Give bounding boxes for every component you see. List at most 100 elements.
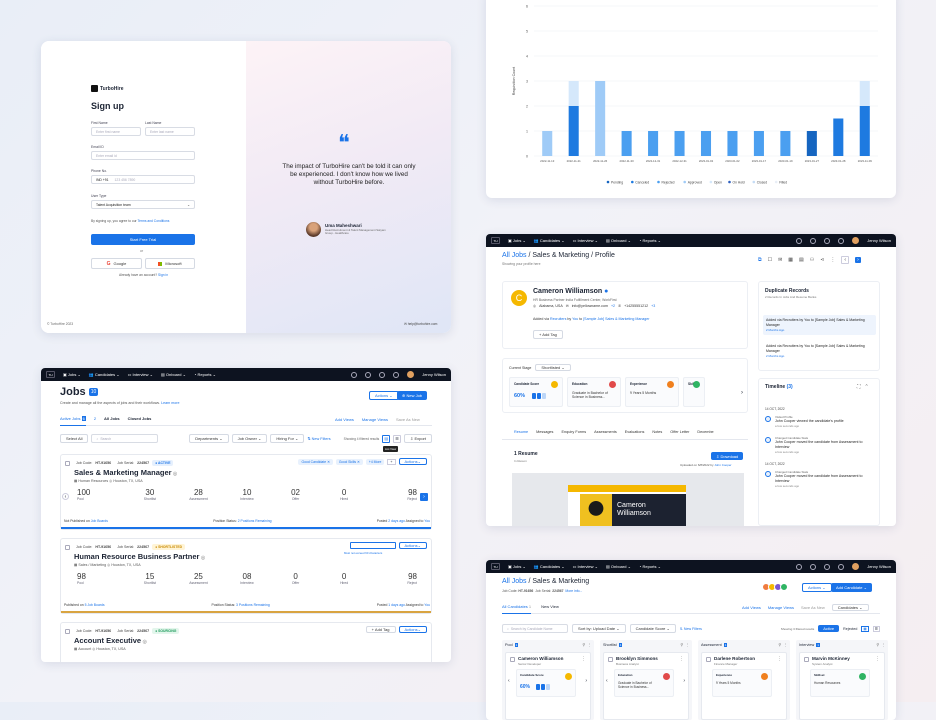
cards-next-icon[interactable]: › [741, 390, 743, 396]
candidate-name[interactable]: Cameron Williamson [518, 656, 563, 661]
logo-icon[interactable]: TH [491, 237, 500, 244]
manage-views-link[interactable]: Manage Views [362, 417, 388, 422]
profile-tab[interactable]: Resume [514, 430, 528, 439]
more-icon[interactable]: ⋮ [581, 656, 586, 662]
crumb-all-jobs[interactable]: All Jobs [502, 578, 527, 585]
first-name-input[interactable]: Enter first name [91, 127, 141, 136]
job-title[interactable]: Human Resource Business Partner ◎ [74, 552, 205, 561]
stage-card[interactable]: Skills [683, 377, 705, 407]
country-code-select[interactable]: IND +91 [96, 178, 109, 182]
download-button[interactable]: ⇩ Download [711, 452, 744, 460]
stat-interview[interactable]: 10 Interview [223, 488, 272, 501]
last-name-input[interactable]: Enter last name [145, 127, 195, 136]
stat-pool[interactable]: 100 Pool [77, 488, 126, 501]
export-button[interactable]: ⇩ Export [403, 434, 432, 443]
user-name[interactable]: Jenny Wilson [867, 564, 891, 569]
gear-icon[interactable] [824, 563, 831, 570]
job-card[interactable]: Job Code: HT-91656 Job Serial: 224567 ● SHOR… [60, 538, 432, 614]
nav-interview[interactable]: ▭ Interview ⌄ [573, 564, 598, 569]
candidate-name[interactable]: Darlene Robertson [714, 656, 755, 661]
user-name[interactable]: Jenny Wilson [422, 372, 446, 377]
new-filters-button[interactable]: ⇅ New Filters [307, 436, 330, 441]
job-actions-button[interactable]: Actions ⌄ [398, 542, 427, 549]
nav-onboard[interactable]: ▤ Onboard ⌄ [606, 238, 631, 243]
positions-link[interactable]: 3 Positions Remaining [236, 603, 270, 607]
stat-shortlist[interactable]: 30 Shortlist [126, 488, 175, 501]
assignee-link[interactable]: You [424, 603, 430, 607]
sign-in-link[interactable]: Sign in [158, 273, 168, 277]
more-icon[interactable]: ⋮ [783, 642, 787, 647]
tab-active-jobs[interactable]: Active Jobs 6 [60, 416, 86, 426]
new-filters-button[interactable]: ⇅ New Filters [680, 627, 702, 631]
filter-departments[interactable]: Departments ⌄ [189, 434, 229, 443]
google-button[interactable]: G Google [91, 258, 142, 269]
actions-button[interactable]: Actions ⌄ [369, 391, 399, 400]
expand-icon[interactable]: ⛶ [857, 384, 861, 390]
filter-icon[interactable]: ⚲ [680, 642, 683, 647]
nav-reports[interactable]: ◔ Reports ⌄ [194, 372, 216, 377]
save-as-new-link[interactable]: Save As New [801, 605, 825, 610]
score-filter[interactable]: Candidate Score ⌄ [629, 624, 676, 633]
profile-tab[interactable]: Messages [536, 430, 553, 439]
positions-link[interactable]: 2 Positions Remaining [238, 519, 272, 523]
grid-view-icon[interactable]: ☰ [393, 434, 401, 443]
nav-jobs[interactable]: ▣ Jobs ⌄ [63, 372, 81, 377]
nav-candidates[interactable]: 👥 Candidates ⌄ [534, 238, 565, 243]
stat-shortlist[interactable]: 15 Shortlist [126, 572, 175, 585]
nav-interview[interactable]: ▭ Interview ⌄ [128, 372, 153, 377]
eye-icon[interactable]: ◎ [141, 639, 146, 645]
job-actions-button[interactable]: Actions ⌄ [398, 626, 427, 633]
nav-jobs[interactable]: ▣ Jobs ⌄ [508, 564, 526, 569]
chevron-left-icon[interactable]: ‹ [508, 678, 510, 684]
chevron-left-icon[interactable]: ‹ [606, 678, 608, 684]
stat-reject[interactable]: 98 Reject [368, 488, 417, 501]
more-icon[interactable]: ⋮ [777, 656, 782, 662]
profile-tab[interactable]: Assessments [594, 430, 617, 439]
filter-job-owner[interactable]: Job Owner ⌄ [231, 434, 268, 443]
view-select[interactable]: Candidates ⌄ [831, 604, 869, 611]
add-candidate-button[interactable]: Add Candidate ⌄ [831, 583, 872, 592]
nav-candidates[interactable]: 👥 Candidates ⌄ [534, 564, 565, 569]
rejected-toggle[interactable]: Rejected [843, 627, 857, 631]
candidate-card[interactable]: Brooklyn Simmons Business Analyst ⋮ Educati… [603, 652, 689, 720]
duplicate-record[interactable]: Added via Recruiters by You to [Sample J… [763, 341, 876, 362]
tab-count-2[interactable]: 2 [94, 416, 96, 425]
card-checkbox[interactable] [510, 657, 515, 662]
stat-hired[interactable]: 0 Hired [320, 488, 369, 501]
job-boards-link[interactable]: Job Boards [91, 519, 108, 523]
email-input[interactable]: Enter email id [91, 151, 195, 160]
add-views-link[interactable]: Add Views [335, 417, 354, 422]
job-card[interactable]: Job Code: HT-91656 Job Serial: 224567 ● ACTI… [60, 454, 432, 530]
nav-onboard[interactable]: ▤ Onboard ⌄ [606, 564, 631, 569]
active-toggle[interactable]: Active [818, 625, 840, 632]
nav-reports[interactable]: ◔ Reports ⌄ [639, 564, 661, 569]
next-icon[interactable]: › [855, 257, 861, 263]
user-avatar[interactable] [852, 237, 860, 244]
prev-icon[interactable]: ‹ [841, 256, 850, 264]
nav-candidates[interactable]: 👥 Candidates ⌄ [89, 372, 120, 377]
bell-icon[interactable] [365, 371, 372, 378]
terms-link[interactable]: Terms and Conditions [138, 219, 170, 223]
chevron-right-icon[interactable]: › [420, 493, 428, 501]
job-tag[interactable]: +4 More [365, 458, 385, 465]
new-job-button[interactable]: ⊕ New Job [397, 391, 428, 400]
manage-views-link[interactable]: Manage Views [768, 605, 794, 610]
filter-icon[interactable]: ⚲ [876, 642, 879, 647]
card-checkbox[interactable] [706, 657, 711, 662]
stat-hired[interactable]: 0 Hired [320, 572, 369, 585]
help-icon[interactable] [838, 563, 845, 570]
learn-more-link[interactable]: Learn more [161, 401, 179, 405]
logo-icon[interactable]: TH [491, 563, 500, 570]
tab-all-candidates[interactable]: All Candidates 1 [502, 604, 532, 614]
more-icon[interactable]: ⋮ [875, 656, 880, 662]
gear-icon[interactable] [379, 371, 386, 378]
sort-select[interactable]: Sort by: Upload Date ⌄ [572, 624, 626, 633]
comment-icon[interactable]: ☐ [768, 257, 772, 263]
job-actions-button[interactable]: Actions ⌄ [398, 458, 427, 465]
job-title[interactable]: Sales & Marketing Manager ◎ [74, 468, 177, 477]
start-free-trial-button[interactable]: Start Free Trial [91, 234, 195, 245]
filter-icon[interactable]: ⚲ [778, 642, 781, 647]
mail-icon[interactable]: ✉ [778, 257, 782, 263]
board-view-icon[interactable]: ▦ [861, 625, 869, 632]
help-icon[interactable] [393, 371, 400, 378]
